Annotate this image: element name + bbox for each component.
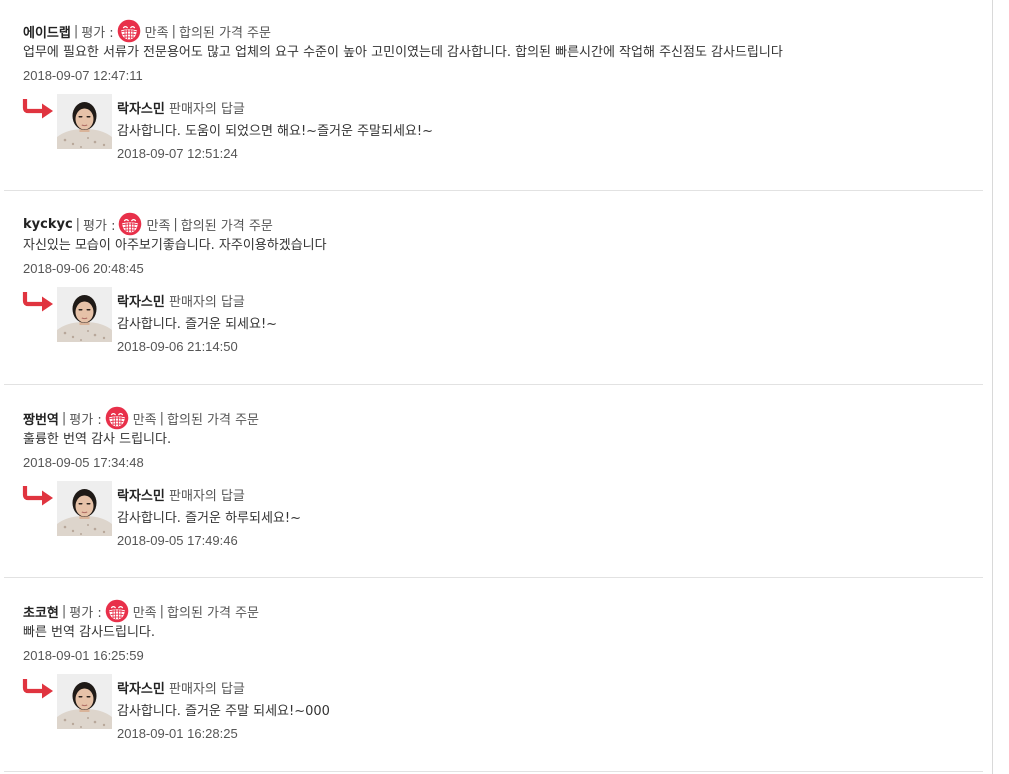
reply-arrow-icon <box>22 292 53 312</box>
review-date: 2018-09-07 12:47:11 <box>23 68 143 83</box>
review-comment: 훌륭한 번역 감사 드립니다. <box>23 432 172 447</box>
review-header: kyckyc | 평가 : 만족 | 합의된 가격 주문 <box>23 212 273 236</box>
satisfied-face-icon <box>119 212 142 236</box>
order-type: 합의된 가격 주문 <box>178 25 271 41</box>
separator: | <box>73 23 79 39</box>
reply-date: 2018-09-07 12:51:24 <box>117 146 238 161</box>
review-item: 에이드랩 | 평가 : 만족 | 합의된 가격 주문 업무에 필요한 서류가 전… <box>0 19 983 191</box>
reply-text: 감사합니다. 도움이 되었으면 해요!~즐거운 주말되세요!~ <box>117 124 433 139</box>
separator: | <box>159 603 165 619</box>
reply-date: 2018-09-01 16:28:25 <box>117 726 238 741</box>
order-type: 합의된 가격 주문 <box>180 218 273 234</box>
reply-header: 락자스민 판매자의 답글 <box>117 294 245 312</box>
satisfied-face-icon <box>105 599 129 623</box>
review-date: 2018-09-06 20:48:45 <box>23 261 144 276</box>
rating-label: 평가 : <box>83 218 116 234</box>
rating-value: 만족 <box>144 25 169 41</box>
reply-text: 감사합니다. 즐거운 주말 되세요!~000 <box>117 704 330 719</box>
reply-label: 판매자의 답글 <box>168 682 245 697</box>
seller-avatar <box>57 94 112 149</box>
reply-text: 감사합니다. 즐거운 되세요!~ <box>117 317 278 332</box>
reply-date: 2018-09-05 17:49:46 <box>117 533 238 548</box>
review-comment: 자신있는 모습이 아주보기좋습니다. 자주이용하겠습니다 <box>23 238 327 253</box>
satisfied-face-icon <box>117 19 140 43</box>
reply-header: 락자스민 판매자의 답글 <box>117 101 245 119</box>
review-author: 초코현 <box>23 605 59 621</box>
rating-label: 평가 : <box>69 605 102 621</box>
review-date: 2018-09-01 16:25:59 <box>23 648 144 663</box>
reply-label: 판매자의 답글 <box>168 295 245 310</box>
reply-arrow-icon <box>22 486 53 506</box>
satisfied-face-icon <box>105 406 129 430</box>
reply-text: 감사합니다. 즐거운 하루되세요!~ <box>117 511 301 526</box>
review-header: 짱번역 | 평가 : 만족 | 합의된 가격 주문 <box>23 406 259 430</box>
seller-name: 락자스민 <box>117 682 165 697</box>
review-comment: 빠른 번역 감사드립니다. <box>23 625 155 640</box>
reply-header: 락자스민 판매자의 답글 <box>117 488 245 506</box>
review-header: 초코현 | 평가 : 만족 | 합의된 가격 주문 <box>23 599 259 623</box>
rating-value: 만족 <box>146 218 171 234</box>
rating-label: 평가 : <box>81 25 114 41</box>
separator: | <box>61 603 67 619</box>
right-border <box>992 0 993 774</box>
separator: | <box>173 216 178 232</box>
seller-avatar <box>57 287 112 342</box>
review-item: kyckyc | 평가 : 만족 | 합의된 가격 주문 자신있는 모습이 아주… <box>0 212 983 385</box>
reply-arrow-icon <box>22 679 53 699</box>
order-type: 합의된 가격 주문 <box>167 412 260 428</box>
separator: | <box>171 23 176 39</box>
seller-avatar <box>57 674 112 729</box>
separator: | <box>159 410 165 426</box>
reply-arrow-icon <box>22 99 53 119</box>
review-list: 에이드랩 | 평가 : 만족 | 합의된 가격 주문 업무에 필요한 서류가 전… <box>0 0 1009 774</box>
order-type: 합의된 가격 주문 <box>167 605 260 621</box>
reply-date: 2018-09-06 21:14:50 <box>117 339 238 354</box>
review-date: 2018-09-05 17:34:48 <box>23 455 144 470</box>
review-comment: 업무에 필요한 서류가 전문용어도 많고 업체의 요구 수준이 높아 고민이였는… <box>23 45 783 60</box>
seller-name: 락자스민 <box>117 102 165 117</box>
seller-name: 락자스민 <box>117 295 165 310</box>
review-author: 에이드랩 <box>23 25 71 41</box>
rating-value: 만족 <box>132 412 157 428</box>
separator: | <box>75 216 81 232</box>
reply-label: 판매자의 답글 <box>168 102 245 117</box>
review-header: 에이드랩 | 평가 : 만족 | 합의된 가격 주문 <box>23 19 271 43</box>
reply-label: 판매자의 답글 <box>168 489 245 504</box>
reply-header: 락자스민 판매자의 답글 <box>117 681 245 699</box>
review-item: 초코현 | 평가 : 만족 | 합의된 가격 주문 빠른 번역 감사드립니다. … <box>0 599 983 772</box>
separator: | <box>61 410 67 426</box>
seller-avatar <box>57 481 112 536</box>
review-author: kyckyc <box>23 216 73 232</box>
rating-label: 평가 : <box>69 412 102 428</box>
review-item: 짱번역 | 평가 : 만족 | 합의된 가격 주문 훌륭한 번역 감사 드립니다… <box>0 406 983 578</box>
rating-value: 만족 <box>132 605 157 621</box>
seller-name: 락자스민 <box>117 489 165 504</box>
review-author: 짱번역 <box>23 412 59 428</box>
